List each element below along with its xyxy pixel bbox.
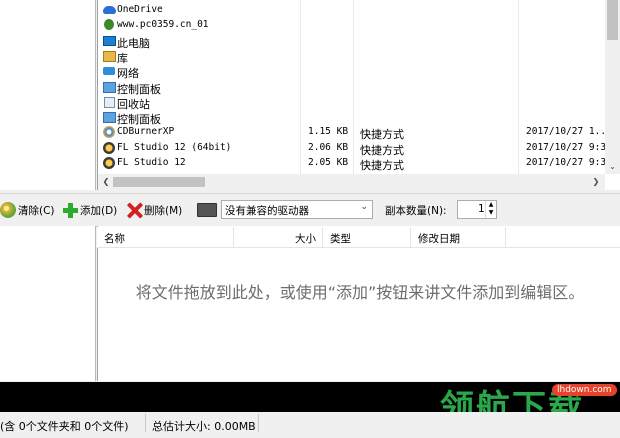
file-list-item[interactable]: FL Studio 12 (64bit) 2.06 KB 快捷方式 2017/10/2… bbox=[98, 141, 612, 157]
delete-icon bbox=[126, 202, 142, 218]
chevron-down-icon: ⌄ bbox=[360, 202, 368, 212]
file-name: FL Studio 12 bbox=[117, 157, 186, 168]
column-separator bbox=[322, 227, 323, 247]
delete-button[interactable]: 删除(M) bbox=[126, 202, 182, 220]
file-name: CDBurnerXP bbox=[117, 126, 175, 138]
file-list-item[interactable]: 库 bbox=[98, 49, 606, 65]
column-header-size[interactable]: 大小 bbox=[295, 231, 316, 246]
file-date: 2017/10/27 9:33 bbox=[526, 157, 612, 168]
file-list-item[interactable]: 网络 bbox=[98, 64, 606, 80]
recycle-bin-icon bbox=[104, 96, 115, 108]
user-icon bbox=[104, 19, 114, 31]
add-button[interactable]: 添加(D) bbox=[62, 202, 117, 220]
column-header-name[interactable]: 名称 bbox=[104, 231, 125, 246]
copies-label: 副本数量(N): bbox=[385, 205, 447, 217]
file-type: 快捷方式 bbox=[360, 159, 404, 172]
file-size: 2.06 KB bbox=[308, 141, 349, 153]
drive-icon bbox=[197, 203, 217, 217]
file-name: FL Studio 12 (64bit) bbox=[117, 141, 232, 153]
file-list-item[interactable]: 控制面板 bbox=[98, 110, 606, 126]
column-header-type[interactable]: 类型 bbox=[330, 231, 351, 246]
clear-button[interactable]: 清除(C) bbox=[0, 202, 55, 220]
folder-tree-pane[interactable] bbox=[0, 0, 96, 190]
file-list-item[interactable]: 控制面板 bbox=[98, 80, 606, 96]
file-list-item[interactable]: 回收站 bbox=[98, 95, 606, 111]
cloud-icon bbox=[103, 6, 116, 14]
cdburnerxp-icon bbox=[103, 126, 115, 139]
copies-stepper[interactable]: 1 ▲ ▼ bbox=[457, 200, 497, 219]
scroll-left-arrow-icon[interactable]: ❮ bbox=[100, 174, 112, 190]
add-icon bbox=[62, 202, 78, 218]
status-file-count: (含 0个文件夹和 0个文件) bbox=[0, 420, 129, 433]
empty-compilation-message: 将文件拖放到此处，或使用“添加”按钮来讲文件添加到编辑区。 bbox=[135, 283, 585, 302]
delete-label: 删除(M) bbox=[144, 205, 183, 217]
status-total-size: 总估计大小: 0.00MB bbox=[152, 420, 256, 433]
spin-arrows-icon[interactable]: ▲ ▼ bbox=[485, 201, 496, 218]
scroll-right-arrow-icon[interactable]: ❯ bbox=[590, 174, 602, 190]
file-list-item[interactable]: CDBurnerXP 1.15 KB 快捷方式 2017/10/27 1... bbox=[98, 125, 612, 141]
add-label: 添加(D) bbox=[80, 205, 118, 217]
column-separator bbox=[505, 227, 506, 247]
drive-select-value: 没有兼容的驱动器 bbox=[225, 205, 309, 217]
horizontal-scroll-thumb[interactable] bbox=[113, 177, 205, 187]
fl-studio-icon bbox=[103, 141, 115, 154]
file-size: 2.05 KB bbox=[308, 157, 349, 168]
file-date: 2017/10/27 9:33 bbox=[526, 141, 612, 153]
column-separator bbox=[233, 227, 234, 247]
status-separator bbox=[145, 414, 146, 432]
column-separator bbox=[410, 227, 411, 247]
computer-icon bbox=[103, 35, 116, 46]
file-date: 2017/10/27 1... bbox=[526, 126, 612, 138]
library-icon bbox=[103, 50, 116, 62]
control-panel-icon bbox=[103, 112, 116, 124]
file-name: OneDrive bbox=[117, 4, 163, 15]
compilation-tree-pane[interactable] bbox=[0, 226, 96, 381]
watermark-url: lhdown.com bbox=[552, 384, 617, 396]
clear-label: 清除(C) bbox=[18, 205, 55, 217]
fl-studio-icon bbox=[103, 157, 115, 169]
network-icon bbox=[103, 67, 115, 76]
file-list-item[interactable]: OneDrive bbox=[98, 3, 606, 18]
file-name: www.pc0359.cn_01 bbox=[117, 19, 209, 31]
clear-icon bbox=[0, 202, 16, 218]
file-list-item[interactable]: FL Studio 12 2.05 KB 快捷方式 2017/10/27 9:33 bbox=[98, 156, 612, 172]
drive-select[interactable]: 没有兼容的驱动器 ⌄ bbox=[221, 200, 373, 219]
scroll-down-arrow-icon[interactable]: ⌄ bbox=[605, 160, 620, 174]
file-list-item[interactable]: www.pc0359.cn_01 bbox=[98, 18, 606, 33]
file-size: 1.15 KB bbox=[308, 126, 349, 138]
compilation-header: 名称 大小 类型 修改日期 bbox=[97, 227, 620, 248]
file-list-item[interactable]: 此电脑 bbox=[98, 34, 606, 50]
status-separator bbox=[258, 414, 259, 432]
control-panel-icon bbox=[103, 81, 116, 93]
column-header-date[interactable]: 修改日期 bbox=[418, 231, 460, 246]
copies-value: 1 bbox=[478, 203, 485, 215]
vertical-scroll-thumb[interactable] bbox=[607, 0, 618, 40]
